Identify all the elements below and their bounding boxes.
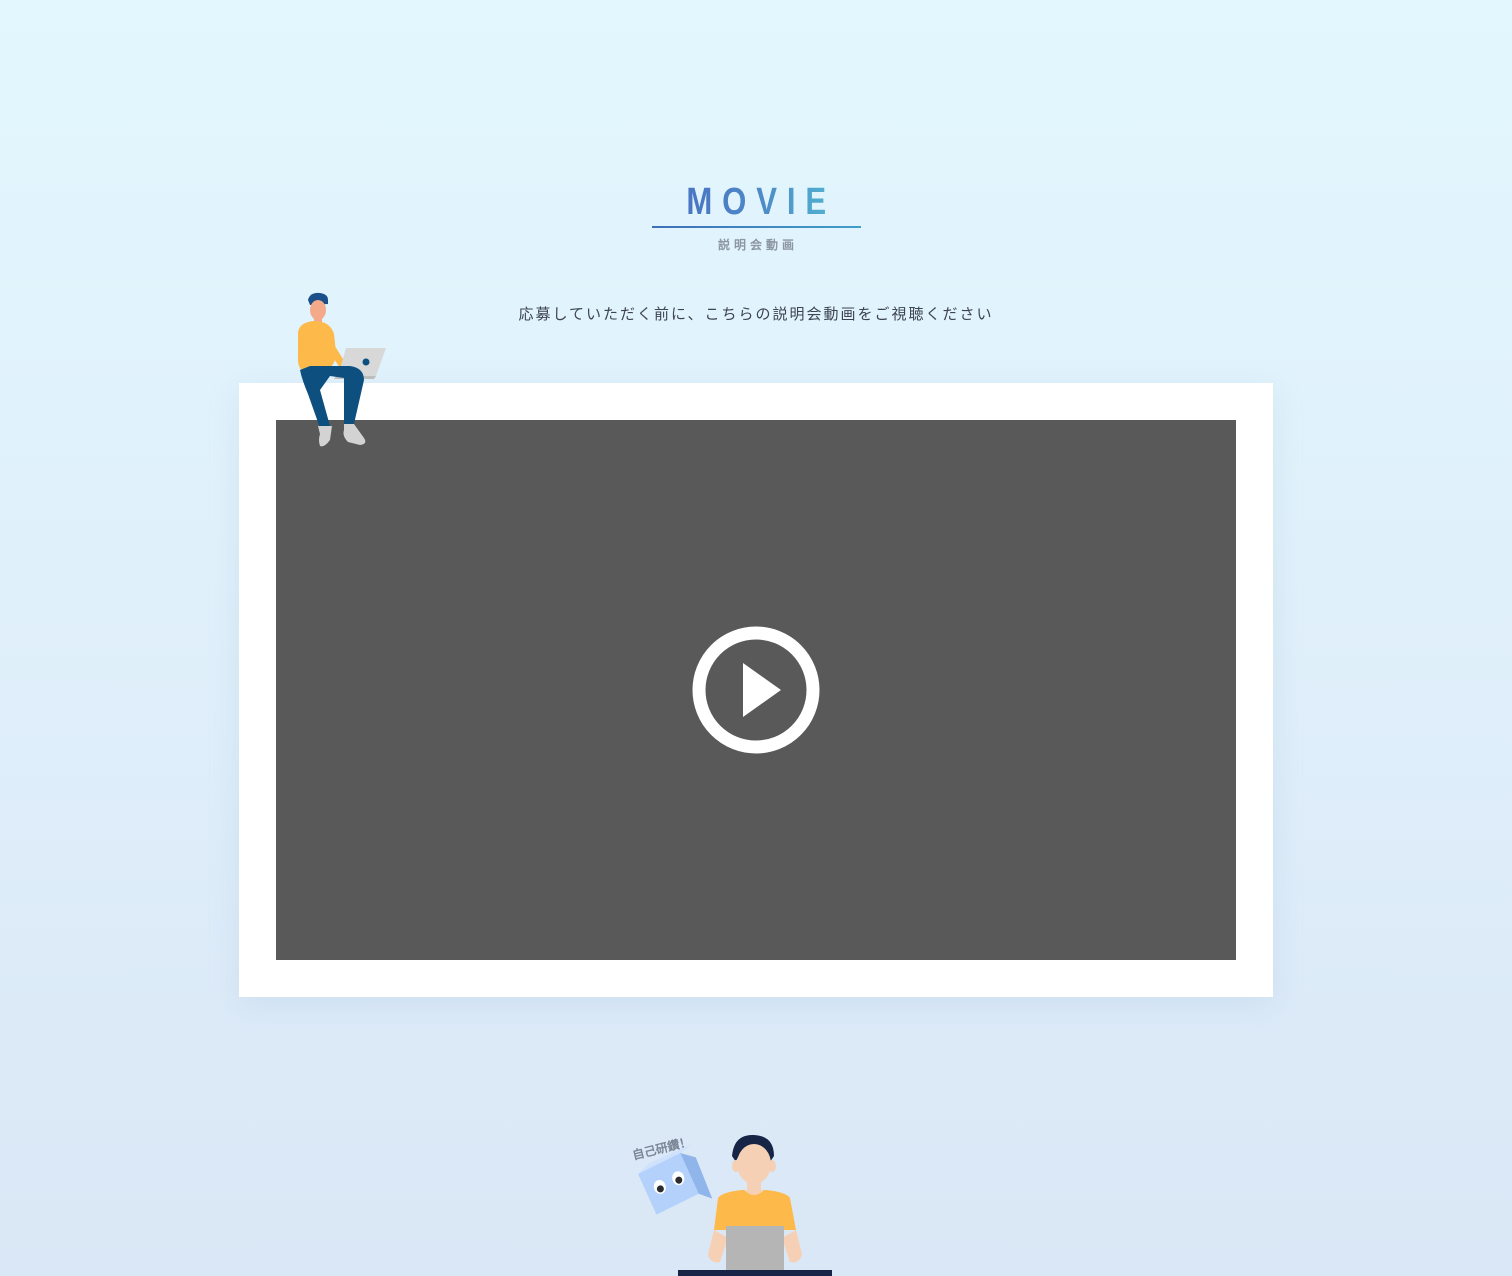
person-with-laptop-illustration — [298, 292, 386, 447]
section-title: MOVIE — [676, 178, 835, 226]
video-frame — [239, 383, 1273, 997]
video-player[interactable] — [276, 420, 1236, 960]
intro-text: 応募していただく前に、こちらの説明会動画をご視聴ください — [518, 305, 994, 323]
play-circle-icon[interactable] — [691, 625, 821, 755]
section-subtitle: 説明会動画 — [717, 238, 798, 252]
person-at-desk-illustration: 自己研鑽！ — [631, 1134, 832, 1276]
section-header: MOVIE 説明会動画 — [0, 178, 1512, 253]
title-underline — [651, 226, 861, 228]
